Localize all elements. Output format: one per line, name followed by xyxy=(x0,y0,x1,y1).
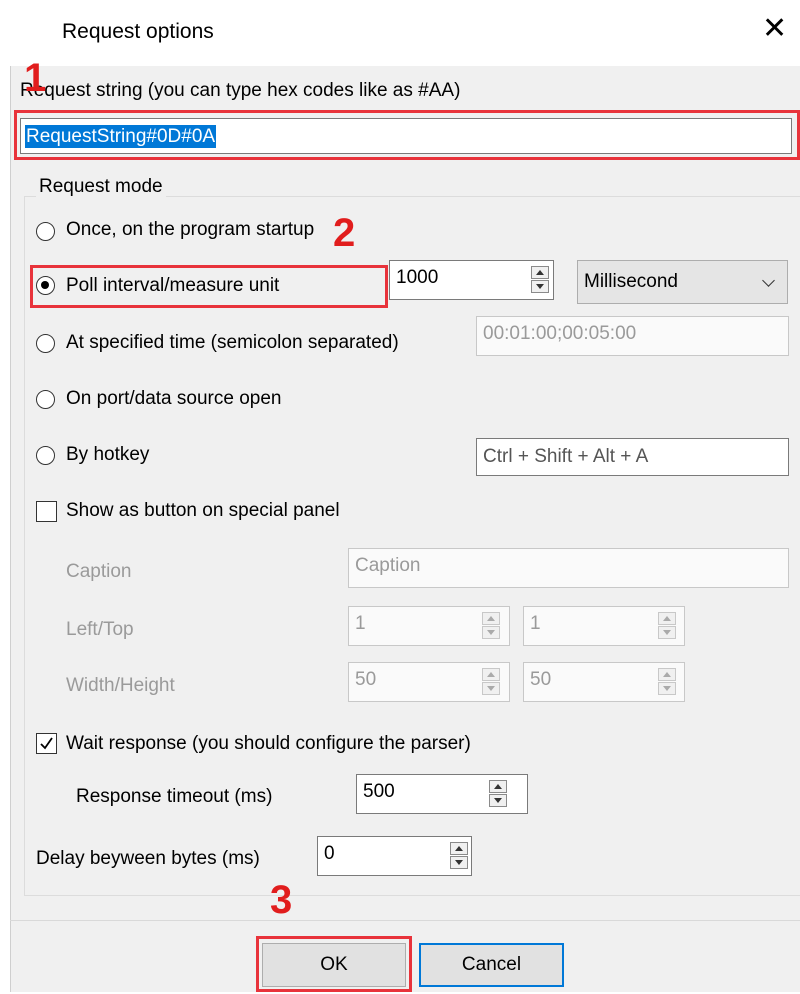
radio-specified-time[interactable] xyxy=(36,334,55,353)
checkmark-icon xyxy=(40,737,53,750)
specified-time-value: 00:01:00;00:05:00 xyxy=(483,323,637,344)
caption-input[interactable]: Caption xyxy=(348,548,789,588)
radio-specified-time-label: At specified time (semicolon separated) xyxy=(66,332,399,353)
width-value: 50 xyxy=(355,669,377,690)
caption-label: Caption xyxy=(66,561,132,582)
poll-interval-spinner[interactable] xyxy=(531,266,549,294)
highlight-poll-option xyxy=(30,265,388,308)
poll-unit-value: Millisecond xyxy=(584,271,678,292)
response-timeout-spinner[interactable] xyxy=(489,780,507,808)
left-top-label: Left/Top xyxy=(66,619,134,640)
radio-port-open[interactable] xyxy=(36,390,55,409)
radio-hotkey[interactable] xyxy=(36,446,55,465)
request-string-label: Request string (you can type hex codes l… xyxy=(20,80,461,101)
dialog-title: Request options xyxy=(62,20,214,43)
poll-interval-input[interactable]: 1000 xyxy=(389,260,554,300)
highlight-request-string xyxy=(14,110,800,160)
top-spinner[interactable] xyxy=(658,612,676,640)
request-mode-label: Request mode xyxy=(36,176,166,198)
poll-interval-value: 1000 xyxy=(396,267,439,288)
wait-response-label: Wait response (you should configure the … xyxy=(66,733,471,754)
title-bar: Request options ✕ xyxy=(0,0,800,66)
highlight-ok-button xyxy=(256,936,412,992)
delay-label: Delay beyween bytes (ms) xyxy=(36,848,260,869)
wait-response-checkbox[interactable] xyxy=(36,733,57,754)
left-value: 1 xyxy=(355,613,366,634)
close-icon[interactable]: ✕ xyxy=(762,14,787,44)
annotation-number-3: 3 xyxy=(270,878,293,922)
left-spinner[interactable] xyxy=(482,612,500,640)
height-spinner[interactable] xyxy=(658,668,676,696)
top-value: 1 xyxy=(530,613,541,634)
poll-unit-select[interactable]: Millisecond xyxy=(577,260,788,304)
hotkey-input[interactable]: Ctrl + Shift + Alt + A xyxy=(476,438,789,476)
height-value: 50 xyxy=(530,669,552,690)
response-timeout-value: 500 xyxy=(363,781,395,802)
show-button-checkbox[interactable] xyxy=(36,501,57,522)
caption-value: Caption xyxy=(355,555,421,576)
delay-value: 0 xyxy=(324,843,335,864)
width-height-label: Width/Height xyxy=(66,675,175,696)
annotation-number-2: 2 xyxy=(333,211,356,255)
hotkey-value: Ctrl + Shift + Alt + A xyxy=(483,446,649,467)
radio-hotkey-label: By hotkey xyxy=(66,444,150,465)
width-spinner[interactable] xyxy=(482,668,500,696)
footer-separator xyxy=(10,920,800,921)
radio-port-open-label: On port/data source open xyxy=(66,388,282,409)
response-timeout-label: Response timeout (ms) xyxy=(76,786,273,807)
specified-time-input[interactable]: 00:01:00;00:05:00 xyxy=(476,316,789,356)
radio-once[interactable] xyxy=(36,222,55,241)
chevron-down-icon xyxy=(762,274,775,287)
show-button-label: Show as button on special panel xyxy=(66,500,340,521)
cancel-button[interactable]: Cancel xyxy=(419,943,564,987)
annotation-number-1: 1 xyxy=(24,56,47,100)
radio-once-label: Once, on the program startup xyxy=(66,219,315,240)
delay-spinner[interactable] xyxy=(450,842,468,870)
delay-input[interactable]: 0 xyxy=(317,836,472,876)
